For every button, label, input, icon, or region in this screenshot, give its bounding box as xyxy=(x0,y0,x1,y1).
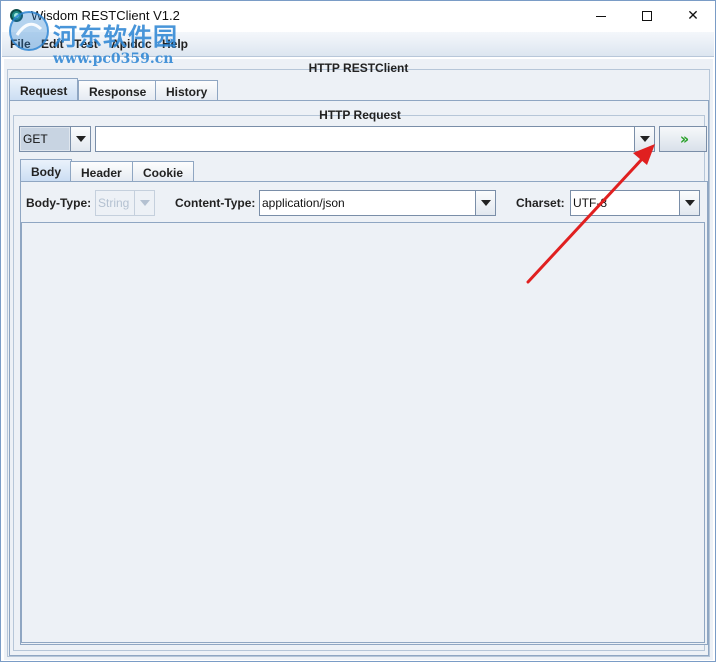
url-dropdown-button[interactable] xyxy=(634,127,654,151)
send-button[interactable]: ›› xyxy=(659,126,707,152)
tab-history[interactable]: History xyxy=(155,80,219,102)
app-window: Wisdom RESTClient V1.2 ✕ File Edit Test … xyxy=(0,0,716,662)
tab-request[interactable]: Request xyxy=(9,78,79,102)
menu-apidoc[interactable]: Apidoc xyxy=(111,37,152,51)
close-icon: ✕ xyxy=(687,8,699,24)
close-button[interactable]: ✕ xyxy=(670,1,716,31)
charset-dropdown-button[interactable] xyxy=(679,191,699,215)
tab-header[interactable]: Header xyxy=(70,161,133,183)
menu-bar: File Edit Test Apidoc Help xyxy=(2,32,714,57)
minimize-button[interactable] xyxy=(578,1,624,31)
body-tab-panel: Body-Type: String Content-Type: applicat… xyxy=(20,181,708,645)
window-title: Wisdom RESTClient V1.2 xyxy=(31,8,180,23)
charset-label: Charset: xyxy=(516,196,565,210)
request-tab-panel: HTTP Request GET ›› Body Header Cookie B… xyxy=(9,100,709,656)
restclient-group-title: HTTP RESTClient xyxy=(308,61,409,75)
body-type-label: Body-Type: xyxy=(26,196,92,210)
body-textarea[interactable] xyxy=(21,222,705,643)
method-dropdown-button[interactable] xyxy=(70,127,90,151)
http-request-group-title: HTTP Request xyxy=(319,108,401,122)
maximize-button[interactable] xyxy=(624,1,670,31)
chevron-down-icon xyxy=(639,136,650,142)
method-value: GET xyxy=(21,128,69,150)
chevron-down-icon xyxy=(684,200,695,206)
main-panel: HTTP RESTClient Request Response History… xyxy=(4,59,713,660)
title-bar[interactable]: Wisdom RESTClient V1.2 ✕ xyxy=(1,1,715,31)
menu-help[interactable]: Help xyxy=(162,37,188,51)
content-type-value: application/json xyxy=(262,196,345,210)
body-type-select: String xyxy=(95,190,155,216)
chevron-down-icon xyxy=(75,136,86,142)
url-combo[interactable] xyxy=(95,126,655,152)
minimize-icon xyxy=(596,15,606,17)
body-type-dropdown-button xyxy=(134,191,154,215)
content-type-label: Content-Type: xyxy=(175,196,256,210)
charset-select[interactable]: UTF-8 xyxy=(570,190,700,216)
content-type-select[interactable]: application/json xyxy=(259,190,496,216)
tab-body[interactable]: Body xyxy=(20,159,72,183)
content-type-dropdown-button[interactable] xyxy=(475,191,495,215)
tab-cookie[interactable]: Cookie xyxy=(132,161,195,183)
menu-file[interactable]: File xyxy=(10,37,31,51)
chevron-down-icon xyxy=(139,200,150,206)
body-type-value: String xyxy=(98,196,130,210)
maximize-icon xyxy=(642,11,652,21)
menu-test[interactable]: Test xyxy=(74,37,98,51)
charset-value: UTF-8 xyxy=(573,196,607,210)
method-select[interactable]: GET xyxy=(19,126,91,152)
menu-edit[interactable]: Edit xyxy=(41,37,64,51)
double-chevron-right-icon: ›› xyxy=(679,130,690,148)
chevron-down-icon xyxy=(480,200,491,206)
tab-response[interactable]: Response xyxy=(78,80,158,102)
app-icon xyxy=(10,9,23,22)
